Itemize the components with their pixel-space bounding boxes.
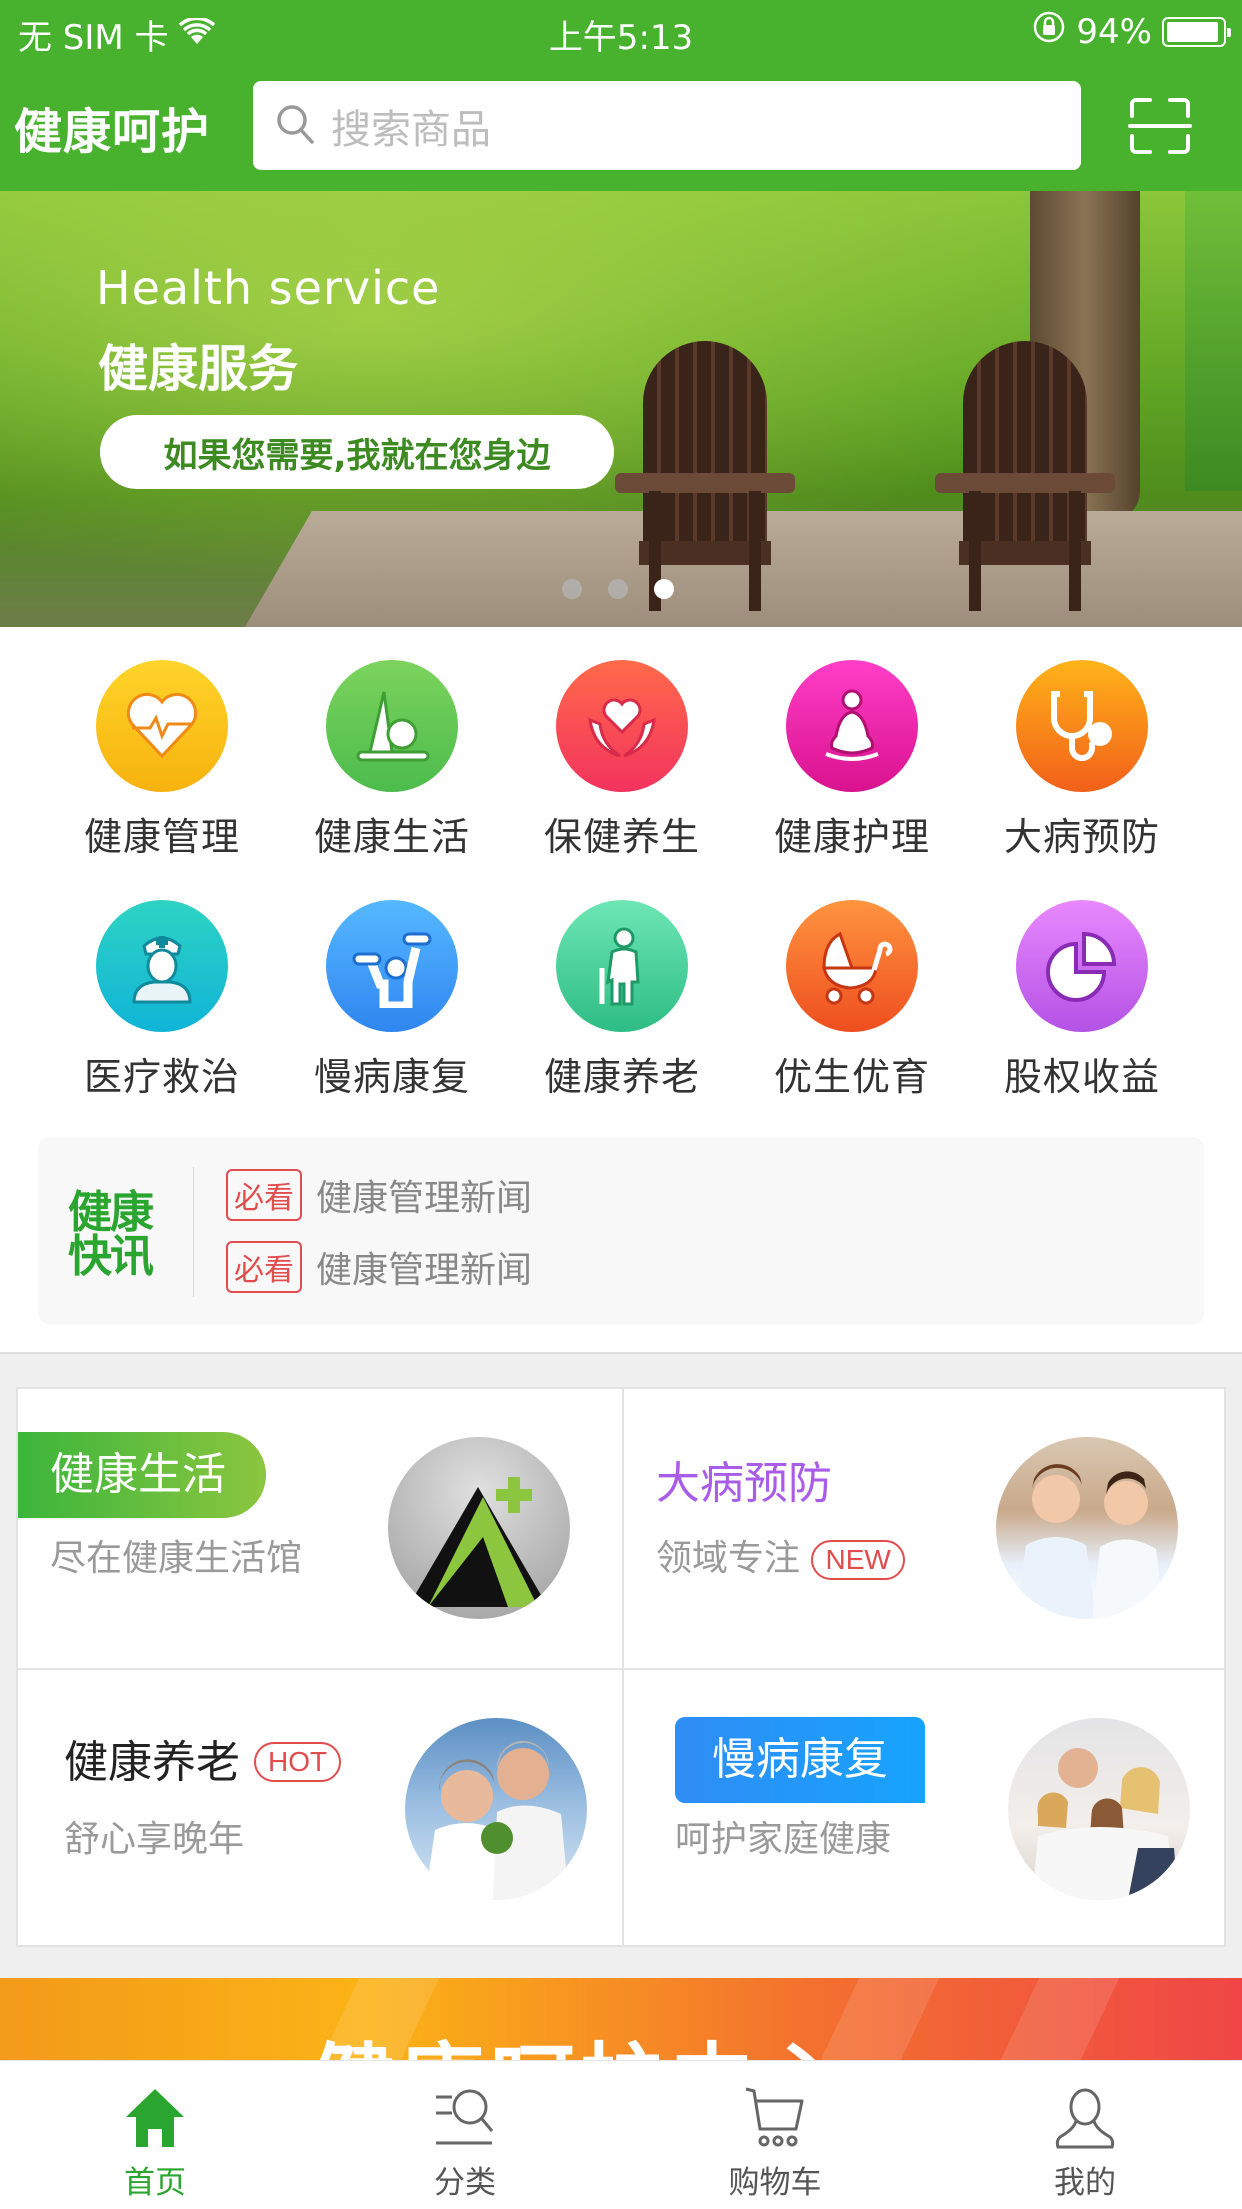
dumbbell-icon (326, 900, 458, 1032)
stethoscope-icon (1016, 660, 1148, 792)
carousel-indicator (562, 579, 674, 599)
banner-title-en: Health service (96, 261, 441, 315)
news-ticker[interactable]: 健康 快讯 必看 健康管理新闻 必看 健康管理新闻 (38, 1137, 1204, 1325)
carousel-dot[interactable] (562, 579, 582, 599)
promo-cards: 健康生活 尽在健康生活馆 大病预防 领域专注 NEW 健康养老 HOT 舒心享晚… (16, 1387, 1226, 1947)
tab-label: 首页 (124, 2165, 186, 2201)
category-label: 大病预防 (1003, 815, 1160, 859)
user-icon (1055, 2088, 1115, 2149)
category-label: 股权收益 (1003, 1055, 1160, 1099)
banner-chair (615, 341, 795, 611)
must-read-tag: 必看 (226, 1169, 302, 1221)
heart-pulse-icon (96, 660, 228, 792)
tab-home[interactable]: 首页 (0, 2061, 310, 2209)
search-icon (275, 103, 315, 149)
category-heart-pulse[interactable]: 健康管理 (47, 660, 277, 861)
banner-slogan: 如果您需要,我就在您身边 (100, 415, 614, 489)
divider (193, 1167, 194, 1297)
card-subtitle: 舒心享晚年 (64, 1819, 245, 1860)
scan-button[interactable] (1128, 96, 1192, 156)
category-stethoscope[interactable]: 大病预防 (967, 660, 1197, 861)
card-title: 健康养老 HOT (64, 1726, 342, 1790)
carousel-dot[interactable] (608, 579, 628, 599)
banner-carousel[interactable]: Health service 健康服务 如果您需要,我就在您身边 (0, 191, 1242, 627)
banner-leaves (1185, 191, 1242, 491)
category-heart-hands[interactable]: 保健养生 (507, 660, 737, 861)
card-image (996, 1437, 1178, 1619)
category-label: 优生优育 (773, 1055, 930, 1099)
category-dumbbell[interactable]: 慢病康复 (277, 900, 507, 1101)
category-label: 健康生活 (313, 815, 470, 859)
heart-hands-icon (556, 660, 688, 792)
battery-level (1167, 21, 1218, 42)
card-image (405, 1718, 587, 1900)
category-label: 慢病康复 (313, 1055, 470, 1099)
banner-title-cn: 健康服务 (98, 340, 298, 398)
pie-chart-icon (1016, 900, 1148, 1032)
news-item[interactable]: 必看 健康管理新闻 (226, 1241, 532, 1293)
bottom-promo-banner[interactable]: 健康呵护中心 (0, 1978, 1242, 2060)
category-nurse[interactable]: 医疗救治 (47, 900, 277, 1101)
app-brand: 健康呵护 (14, 104, 211, 160)
category-stroller[interactable]: 优生优育 (737, 900, 967, 1101)
status-bar: 无 SIM 卡 上午5:13 94% (0, 0, 1242, 62)
stroller-icon (786, 900, 918, 1032)
battery-icon (1162, 16, 1231, 47)
carousel-dot[interactable] (654, 579, 674, 599)
category-elderly[interactable]: 健康养老 (507, 900, 737, 1101)
card-title: 慢病康复 (675, 1717, 925, 1803)
nurse-icon (96, 900, 228, 1032)
promo-card-healthy-living[interactable]: 健康生活 尽在健康生活馆 (18, 1389, 622, 1668)
tab-label: 我的 (1054, 2165, 1116, 2201)
scan-icon (1128, 98, 1192, 154)
must-read-tag: 必看 (226, 1241, 302, 1293)
hot-badge: HOT (254, 1742, 342, 1782)
category-label: 健康管理 (83, 815, 240, 859)
card-image (1008, 1718, 1190, 1900)
home-icon (126, 2089, 184, 2147)
category-meditation[interactable]: 健康护理 (737, 660, 967, 861)
card-subtitle: 呵护家庭健康 (675, 1819, 892, 1860)
tab-bar: 首页 分类 购物车 我的 (0, 2060, 1242, 2208)
category-label: 健康护理 (773, 815, 930, 859)
new-badge: NEW (811, 1540, 905, 1580)
category-label: 保健养生 (543, 815, 700, 859)
promo-card-elderly-care[interactable]: 健康养老 HOT 舒心享晚年 (18, 1668, 622, 1947)
top-bar: 无 SIM 卡 上午5:13 94% 健康呵护 搜索商品 (0, 0, 1242, 191)
card-title: 健康生活 (18, 1432, 266, 1518)
category-pie-chart[interactable]: 股权收益 (967, 900, 1197, 1101)
tab-label: 购物车 (728, 2165, 822, 2201)
cart-icon (745, 2087, 804, 2147)
news-logo: 健康 快讯 (68, 1187, 154, 1282)
exercise-icon (326, 660, 458, 792)
category-exercise[interactable]: 健康生活 (277, 660, 507, 861)
category-label: 医疗救治 (83, 1055, 240, 1099)
elderly-icon (556, 900, 688, 1032)
news-headline: 健康管理新闻 (316, 1250, 533, 1291)
card-subtitle: 领域专注 NEW (656, 1529, 905, 1581)
tab-category[interactable]: 分类 (310, 2061, 620, 2209)
tab-label: 分类 (434, 2165, 496, 2201)
news-item[interactable]: 必看 健康管理新闻 (226, 1169, 532, 1221)
search-placeholder: 搜索商品 (331, 106, 491, 153)
card-image (388, 1437, 570, 1619)
search-input[interactable]: 搜索商品 (253, 81, 1081, 170)
tab-profile[interactable]: 我的 (930, 2061, 1240, 2209)
tab-cart[interactable]: 购物车 (620, 2061, 930, 2209)
category-label: 健康养老 (543, 1055, 700, 1099)
category-search-icon (436, 2089, 494, 2145)
promo-card-disease-prevention[interactable]: 大病预防 领域专注 NEW (622, 1389, 1226, 1668)
promo-title: 健康呵护中心 (310, 2016, 850, 2060)
banner-chair (935, 341, 1115, 611)
category-grid: 健康管理 健康生活 保健养生 健康护理 大病预防医疗救治 慢病康复 健康养老 优生优育 股权收益 (0, 627, 1242, 1107)
card-subtitle: 尽在健康生活馆 (50, 1538, 303, 1579)
battery-percent: 94% (1076, 11, 1152, 52)
orientation-lock-icon (1032, 10, 1066, 53)
promo-card-chronic-recovery[interactable]: 慢病康复 呵护家庭健康 (622, 1668, 1226, 1947)
card-title: 大病预防 (656, 1458, 832, 1509)
news-headline: 健康管理新闻 (316, 1178, 533, 1219)
meditation-icon (786, 660, 918, 792)
